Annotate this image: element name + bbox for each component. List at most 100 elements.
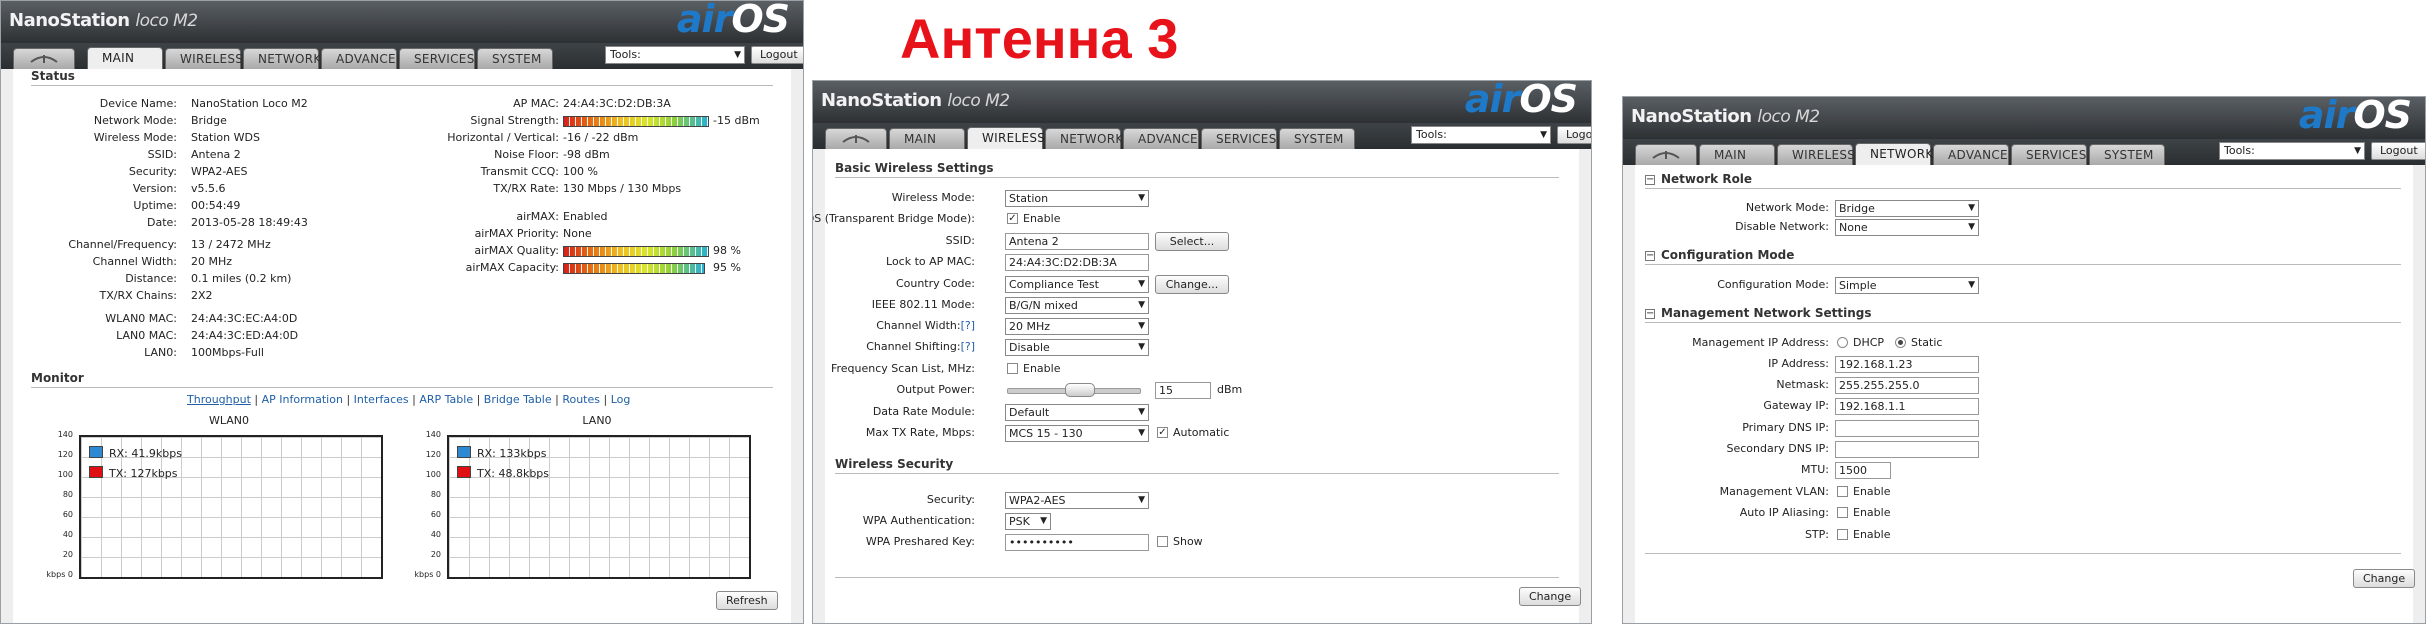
show-key-checkbox[interactable] (1157, 536, 1168, 547)
gateway-ip-input[interactable]: 192.168.1.1 (1835, 398, 1979, 415)
tab-advanced[interactable]: ADVANCED (1933, 144, 2017, 165)
logout-button[interactable]: Logout (1557, 126, 1591, 144)
automatic-checkbox[interactable]: ✓ (1157, 427, 1168, 438)
tab-wireless[interactable]: WIRELESS (1777, 144, 1855, 165)
tools-select[interactable]: Tools: ▼ (2219, 142, 2365, 160)
wds-checkbox[interactable]: ✓ (1007, 213, 1018, 224)
tab-ubnt-logo[interactable] (825, 128, 887, 149)
country-change-button[interactable]: Change... (1155, 275, 1229, 294)
link-routes[interactable]: Routes (562, 393, 600, 406)
tab-advanced[interactable]: ADVANCED (321, 48, 405, 69)
tx-swatch (457, 466, 471, 478)
static-radio[interactable] (1895, 337, 1906, 348)
logout-button[interactable]: Logout (751, 46, 803, 64)
management-vlan-checkbox[interactable] (1837, 486, 1848, 497)
tab-ubnt-logo[interactable] (1635, 144, 1697, 165)
tab-services[interactable]: SERVICES (1201, 128, 1277, 149)
status-value: Station WDS (191, 131, 260, 144)
monitor-divider (31, 387, 773, 388)
output-power-input[interactable]: 15 (1155, 382, 1211, 399)
ieee-mode-select[interactable]: B/G/N mixed ▼ (1005, 297, 1149, 314)
data-rate-module-select[interactable]: Default ▼ (1005, 404, 1149, 421)
channel-shifting-select[interactable]: Disable ▼ (1005, 339, 1149, 356)
wireless-mode-select[interactable]: Station ▼ (1005, 190, 1149, 207)
link-arp-table[interactable]: ARP Table (419, 393, 473, 406)
tab-main[interactable]: MAIN (87, 47, 163, 69)
output-power-label: Output Power: (896, 383, 975, 396)
secondary-dns-input[interactable] (1835, 441, 1979, 458)
status-label: WLAN0 MAC: (105, 312, 177, 325)
ip-address-input[interactable]: 192.168.1.23 (1835, 356, 1979, 373)
tab-main[interactable]: MAIN (889, 128, 965, 149)
tab-network[interactable]: NETWORK (243, 48, 321, 69)
y-tick: 120 (57, 450, 73, 459)
link-log[interactable]: Log (611, 393, 631, 406)
ip-address-label: IP Address: (1768, 357, 1829, 370)
tab-wireless[interactable]: WIRELESS (967, 127, 1045, 149)
collapse-icon[interactable]: − (1645, 251, 1655, 261)
output-power-slider-handle[interactable] (1065, 383, 1095, 397)
chevron-down-icon: ▼ (1138, 342, 1145, 352)
collapse-icon[interactable]: − (1645, 309, 1655, 319)
help-link[interactable]: [?] (961, 319, 975, 332)
dhcp-radio[interactable] (1837, 337, 1848, 348)
y-tick: 100 (425, 470, 441, 479)
ssid-input[interactable]: Antena 2 (1005, 233, 1149, 250)
y-tick: kbps 0 (414, 570, 441, 579)
help-link[interactable]: [?] (961, 340, 975, 353)
tab-ubnt-logo[interactable] (13, 48, 75, 69)
wds-label: WDS (Transparent Bridge Mode): (812, 212, 975, 225)
status-label: airMAX: (516, 210, 559, 223)
tab-bar: MAIN WIRELESS NETWORK ADVANCED SERVICES … (1623, 139, 2425, 165)
freq-scan-checkbox[interactable] (1007, 363, 1018, 374)
wpa-auth-select[interactable]: PSK ▼ (1005, 513, 1051, 530)
link-interfaces[interactable]: Interfaces (354, 393, 409, 406)
network-mode-select[interactable]: Bridge ▼ (1835, 200, 1979, 217)
tab-advanced[interactable]: ADVANCED (1123, 128, 1207, 149)
ssid-select-button[interactable]: Select... (1155, 232, 1229, 251)
mtu-input[interactable]: 1500 (1835, 462, 1891, 479)
tools-select[interactable]: Tools: ▼ (605, 46, 745, 64)
tab-network[interactable]: NETWORK (1045, 128, 1123, 149)
wpa-key-input[interactable]: •••••••••• (1005, 534, 1149, 551)
channel-width-select[interactable]: 20 MHz ▼ (1005, 318, 1149, 335)
collapse-icon[interactable]: − (1645, 175, 1655, 185)
security-select[interactable]: WPA2-AES ▼ (1005, 492, 1149, 509)
disable-network-select[interactable]: None ▼ (1835, 219, 1979, 236)
change-button[interactable]: Change (1519, 587, 1582, 606)
tab-wireless[interactable]: WIRELESS (165, 48, 243, 69)
max-tx-rate-select[interactable]: MCS 15 - 130 ▼ (1005, 425, 1149, 442)
status-value: -98 dBm (563, 148, 610, 161)
status-value: 100Mbps-Full (191, 346, 264, 359)
section-divider (1645, 188, 2401, 189)
netmask-input[interactable]: 255.255.255.0 (1835, 377, 1979, 394)
stp-checkbox[interactable] (1837, 529, 1848, 540)
tools-select[interactable]: Tools: ▼ (1411, 126, 1551, 144)
tab-network[interactable]: NETWORK (1855, 143, 1933, 165)
tab-services[interactable]: SERVICES (2011, 144, 2087, 165)
refresh-button[interactable]: Refresh (716, 591, 778, 610)
chevron-down-icon: ▼ (1138, 495, 1145, 505)
logout-button[interactable]: Logout (2371, 142, 2425, 160)
dhcp-label: DHCP (1853, 336, 1885, 349)
tab-system[interactable]: SYSTEM (2089, 144, 2165, 165)
rx-swatch (89, 446, 103, 458)
tab-services[interactable]: SERVICES (399, 48, 475, 69)
link-ap-information[interactable]: AP Information (262, 393, 343, 406)
lock-ap-mac-input[interactable]: 24:A4:3C:D2:DB:3A (1005, 254, 1149, 271)
primary-dns-input[interactable] (1835, 420, 1979, 437)
stp-label: STP: (1804, 528, 1829, 541)
tab-system[interactable]: SYSTEM (1279, 128, 1355, 149)
auto-ip-aliasing-checkbox[interactable] (1837, 507, 1848, 518)
country-code-select[interactable]: Compliance Test ▼ (1005, 276, 1149, 293)
link-bridge-table[interactable]: Bridge Table (484, 393, 552, 406)
change-button[interactable]: Change (2353, 569, 2416, 588)
configuration-mode-select[interactable]: Simple ▼ (1835, 277, 1979, 294)
disable-network-label: Disable Network: (1735, 220, 1829, 233)
tab-system[interactable]: SYSTEM (477, 48, 553, 69)
tab-main[interactable]: MAIN (1699, 144, 1775, 165)
signal-strength-bar (563, 116, 709, 127)
link-throughput[interactable]: Throughput (187, 393, 251, 406)
section-divider (835, 577, 1559, 578)
status-label: Date: (147, 216, 177, 229)
